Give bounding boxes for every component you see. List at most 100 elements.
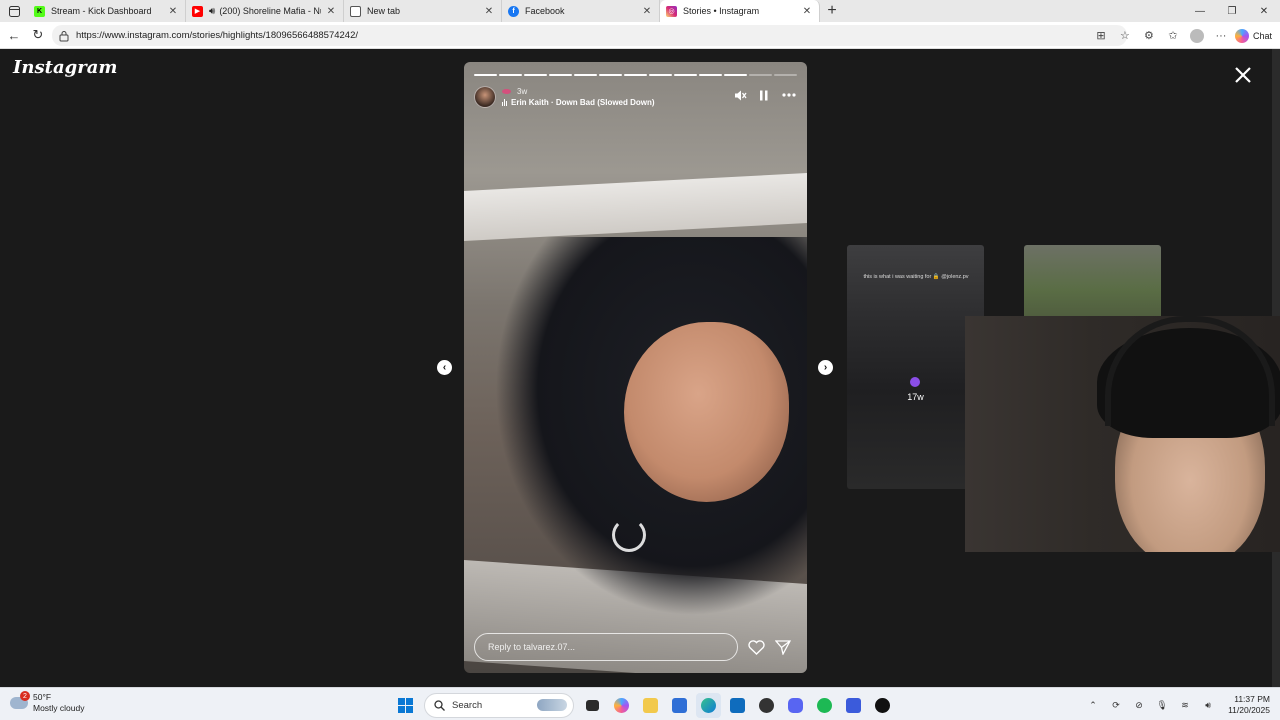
copilot-icon — [1234, 28, 1249, 43]
story-author-avatar[interactable] — [474, 86, 496, 108]
start-button[interactable] — [393, 693, 418, 718]
taskbar-search[interactable]: Search — [424, 692, 574, 718]
restore-icon[interactable]: ❐ — [1216, 0, 1248, 22]
progress-segment — [674, 74, 697, 76]
tab-facebook[interactable]: f Facebook ✕ — [502, 0, 660, 22]
progress-segment — [724, 74, 747, 76]
tab-close-icon[interactable]: ✕ — [167, 6, 179, 17]
app-available-icon[interactable]: ⊞ — [1089, 24, 1113, 48]
extensions-icon[interactable]: ⚙ — [1137, 24, 1161, 48]
taskbar-clock[interactable]: 11:37 PM 11/20/2025 — [1228, 694, 1270, 716]
microphone-icon[interactable]: 🎙︎ — [1153, 696, 1171, 714]
muted-speaker-icon[interactable] — [733, 88, 747, 102]
progress-segment — [649, 74, 672, 76]
lips-emoji-icon — [502, 89, 511, 94]
window-close-icon[interactable]: ✕ — [1248, 0, 1280, 22]
tiktok-icon[interactable] — [870, 693, 895, 718]
outlook-icon[interactable] — [725, 693, 750, 718]
url-text: https://www.instagram.com/stories/highli… — [76, 30, 359, 41]
instagram-logo[interactable]: Instagram — [13, 57, 117, 78]
favorites-icon[interactable]: ✩ — [1161, 24, 1185, 48]
lock-icon — [59, 30, 69, 41]
tab-close-icon[interactable]: ✕ — [801, 6, 813, 17]
tab-strip: K Stream - Kick Dashboard ✕ ▶ 🔊︎ (200) S… — [0, 0, 1280, 22]
instagram-icon: ◎ — [666, 5, 677, 17]
blue-app-icon[interactable] — [841, 693, 866, 718]
reply-input[interactable] — [474, 633, 738, 661]
close-stories-icon[interactable] — [1230, 62, 1256, 88]
address-bar-actions: ⊞ ☆ ⚙ ✩ ··· Chat — [1089, 22, 1280, 49]
refresh-icon[interactable]: ↻ — [26, 23, 50, 47]
next-story-preview[interactable]: this is what i was waiting for 🔒 @jolenz… — [847, 245, 984, 489]
copilot-taskbar-icon[interactable] — [609, 693, 634, 718]
progress-segment — [474, 74, 497, 76]
more-menu-icon[interactable]: ··· — [1209, 24, 1233, 48]
tab-title: (200) Shoreline Mafia - Nun — [219, 6, 321, 16]
previous-story-button[interactable]: ‹ — [437, 360, 452, 375]
pause-icon[interactable] — [757, 88, 771, 102]
more-options-icon[interactable] — [781, 88, 797, 102]
preview-age: 17w — [907, 392, 924, 402]
tab-close-icon[interactable]: ✕ — [483, 6, 495, 17]
favorite-star-icon[interactable]: ☆ — [1113, 24, 1137, 48]
tab-title: Stream - Kick Dashboard — [51, 6, 152, 16]
upcoming-story-preview[interactable] — [1024, 245, 1161, 320]
volume-icon[interactable]: 🔊︎ — [1199, 696, 1217, 714]
spotify-icon[interactable] — [812, 693, 837, 718]
tab-close-icon[interactable]: ✕ — [641, 6, 653, 17]
progress-segment — [574, 74, 597, 76]
new-tab-button[interactable]: + — [820, 0, 844, 22]
address-bar: ← ↻ https://www.instagram.com/stories/hi… — [0, 22, 1280, 49]
search-highlight-art — [537, 699, 567, 711]
back-icon[interactable]: ← — [2, 23, 26, 47]
tab-actions-icon — [8, 5, 20, 17]
tab-close-icon[interactable]: ✕ — [325, 6, 337, 17]
system-tray: ⌃ ⟳ ⊘ 🎙︎ ≋ 🔊︎ 11:37 PM 11/20/2025 — [1084, 692, 1270, 718]
chevron-up-icon[interactable]: ⌃ — [1084, 696, 1102, 714]
tab-title: Stories • Instagram — [683, 6, 760, 16]
tab-instagram[interactable]: ◎ Stories • Instagram ✕ — [660, 0, 820, 22]
youtube-icon: ▶ — [192, 5, 203, 17]
story-reply-bar — [474, 633, 797, 661]
story-photo-face — [624, 322, 789, 502]
story-photo-wall — [464, 173, 807, 241]
weather-widget[interactable]: 2 50°F Mostly cloudy — [10, 691, 85, 714]
network-off-icon[interactable]: ⊘ — [1130, 696, 1148, 714]
next-story-button[interactable]: › — [818, 360, 833, 375]
tab-new-tab[interactable]: New tab ✕ — [344, 0, 502, 22]
taskbar-apps: Search — [393, 692, 895, 718]
discord-icon[interactable] — [783, 693, 808, 718]
sync-icon[interactable]: ⟳ — [1107, 696, 1125, 714]
story-music[interactable]: Erin Kaith · Down Bad (Slowed Down) — [502, 97, 655, 108]
profile-avatar-icon[interactable] — [1185, 24, 1209, 48]
search-label: Search — [452, 699, 483, 711]
webcam-overlay — [965, 316, 1280, 552]
file-explorer-icon[interactable] — [638, 693, 663, 718]
task-view-icon[interactable] — [580, 693, 605, 718]
minimize-icon[interactable]: — — [1184, 0, 1216, 22]
copilot-chat-button[interactable]: Chat — [1233, 28, 1280, 43]
notification-badge: 2 — [20, 691, 30, 701]
music-bars-icon — [502, 99, 507, 106]
facebook-icon: f — [508, 5, 519, 17]
microsoft-store-icon[interactable] — [667, 693, 692, 718]
taskbar: 2 50°F Mostly cloudy Search ⌃ ⟳ ⊘ 🎙︎ ≋ 🔊… — [0, 687, 1280, 720]
send-icon[interactable] — [775, 639, 791, 655]
edge-browser-icon[interactable] — [696, 692, 721, 718]
kick-icon: K — [34, 5, 45, 17]
story-controls — [733, 88, 797, 102]
search-icon — [434, 699, 445, 711]
speaker-icon[interactable]: 🔊︎ — [209, 6, 215, 17]
heart-icon[interactable] — [748, 639, 765, 655]
wifi-icon[interactable]: ≋ — [1176, 696, 1194, 714]
weather-desc: Mostly cloudy — [33, 703, 85, 713]
obs-icon[interactable] — [754, 693, 779, 718]
tab-kick[interactable]: K Stream - Kick Dashboard ✕ — [28, 0, 186, 22]
url-field[interactable]: https://www.instagram.com/stories/highli… — [52, 25, 1127, 46]
story-viewer[interactable]: 3w Erin Kaith · Down Bad (Slowed Down) — [464, 62, 807, 673]
progress-segment — [749, 74, 772, 76]
tab-actions-menu[interactable] — [0, 0, 28, 22]
windows-logo-icon — [398, 697, 413, 713]
progress-segment — [499, 74, 522, 76]
tab-youtube[interactable]: ▶ 🔊︎ (200) Shoreline Mafia - Nun ✕ — [186, 0, 344, 22]
